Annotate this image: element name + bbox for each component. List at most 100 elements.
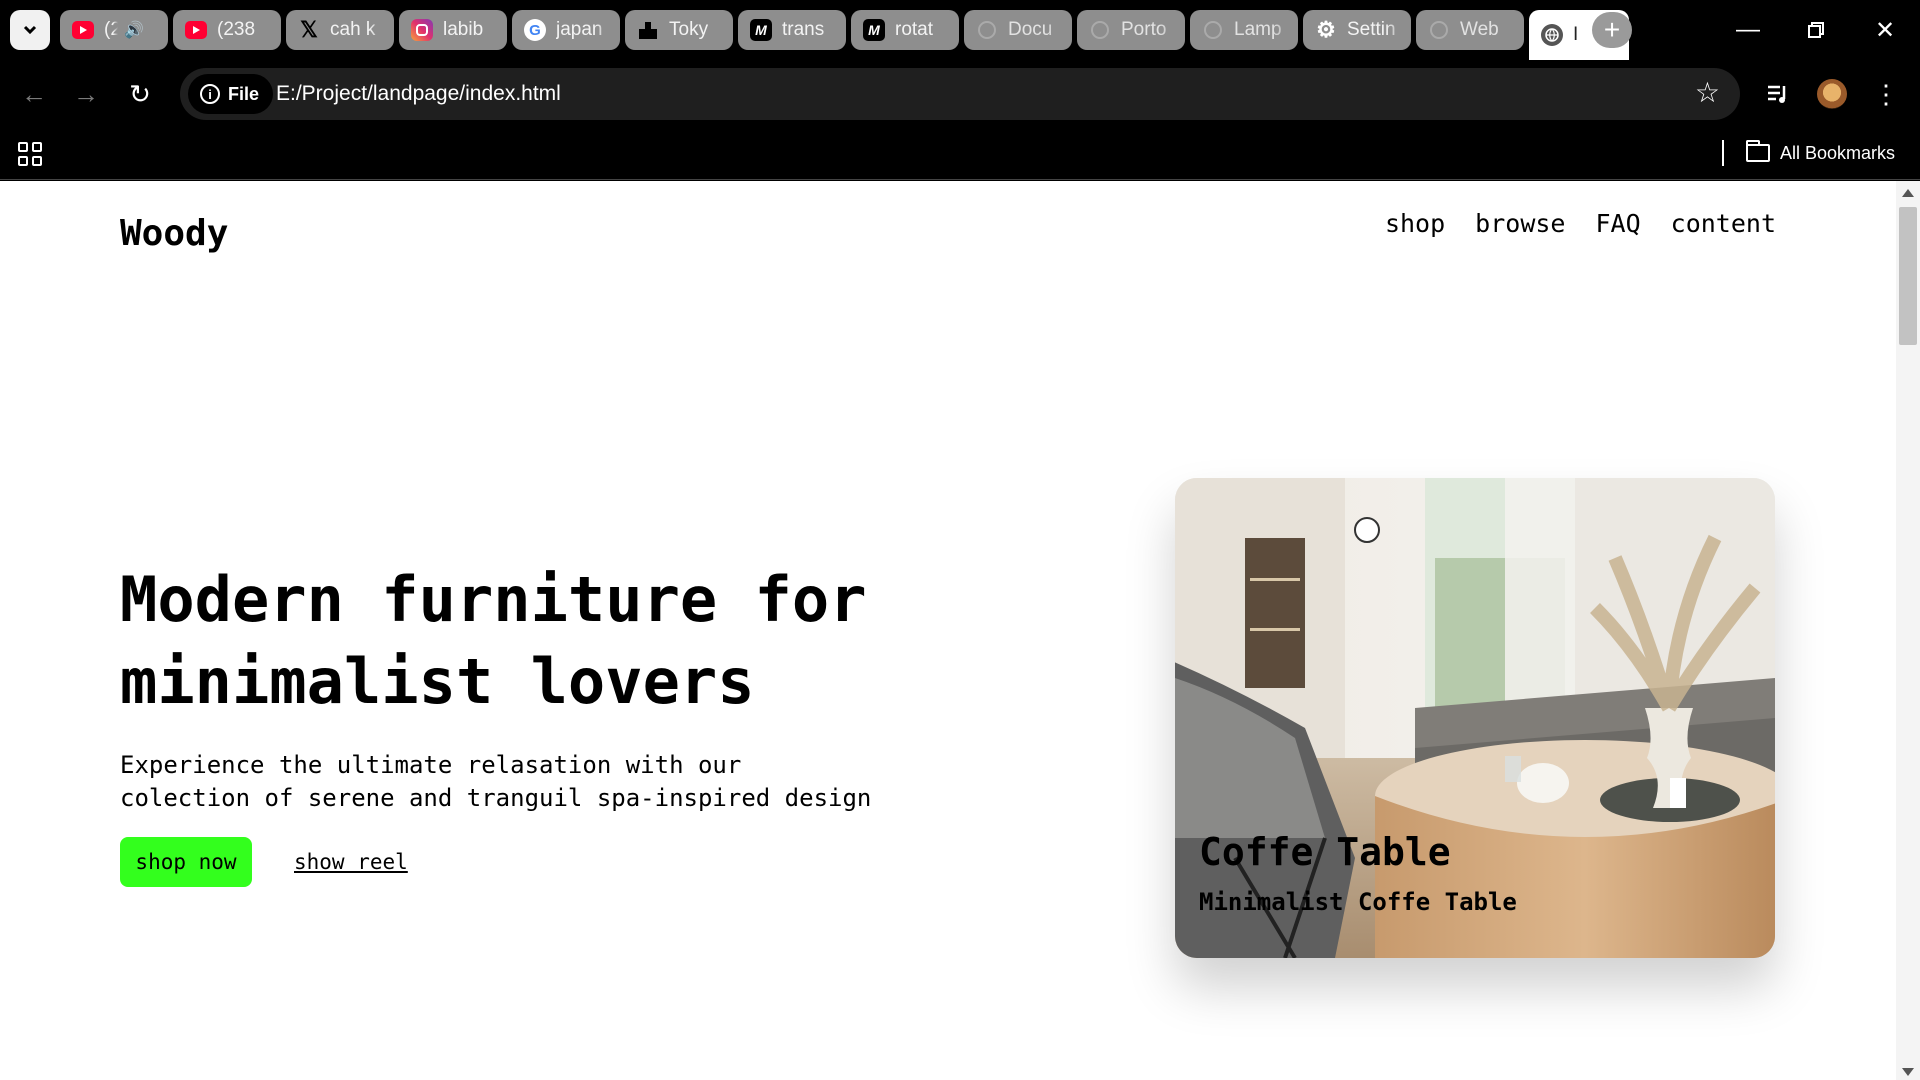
apps-grid-icon[interactable] bbox=[18, 142, 42, 166]
restore-button[interactable] bbox=[1786, 10, 1846, 50]
m-logo-icon: M bbox=[863, 19, 885, 41]
globe-icon bbox=[1428, 19, 1450, 41]
tab[interactable]: M rotat bbox=[851, 10, 959, 50]
tab-title: Web bbox=[1460, 19, 1499, 40]
scroll-down-icon[interactable] bbox=[1902, 1068, 1914, 1076]
tab-list: (2 🔊 (238 𝕏 cah k labib G japan Toky M t… bbox=[60, 10, 1630, 60]
scroll-thumb[interactable] bbox=[1899, 207, 1917, 345]
site-info-chip[interactable]: i File bbox=[188, 74, 274, 114]
hero-subtitle: Experience the ultimate relasation with … bbox=[120, 749, 920, 815]
tab[interactable]: M trans bbox=[738, 10, 846, 50]
tab-title: (2 bbox=[104, 19, 118, 40]
address-bar[interactable]: i File E:/Project/landpage/index.html ☆ bbox=[180, 68, 1740, 120]
hero-title-line: Modern furniture for bbox=[120, 563, 867, 636]
tab[interactable]: labib bbox=[399, 10, 507, 50]
card-title: Coffe Table bbox=[1199, 830, 1451, 874]
back-button[interactable]: ← bbox=[14, 74, 54, 114]
bookmark-star-icon[interactable]: ☆ bbox=[1695, 76, 1720, 109]
tab[interactable]: Toky bbox=[625, 10, 733, 50]
shop-now-button[interactable]: shop now bbox=[120, 837, 252, 887]
avatar bbox=[1817, 79, 1847, 109]
site-logo[interactable]: Woody bbox=[120, 213, 228, 254]
globe-icon bbox=[1541, 24, 1563, 46]
menu-button[interactable]: ⋮ bbox=[1866, 74, 1906, 114]
close-window-button[interactable]: ✕ bbox=[1855, 10, 1915, 50]
hero-subtitle-line: Experience the ultimate relasation with … bbox=[120, 751, 742, 779]
new-tab-button[interactable]: + bbox=[1592, 12, 1632, 48]
playlist-icon bbox=[1768, 85, 1786, 103]
reload-button[interactable]: ↻ bbox=[120, 74, 160, 114]
tab-title: cah k bbox=[330, 19, 376, 40]
tab-title: Lamp bbox=[1234, 19, 1282, 40]
tab-strip: (2 🔊 (238 𝕏 cah k labib G japan Toky M t… bbox=[0, 0, 1920, 60]
bookmarks-bar: All Bookmarks bbox=[0, 128, 1920, 180]
instagram-icon bbox=[411, 19, 433, 41]
profile-button[interactable] bbox=[1812, 74, 1852, 114]
site-info-label: File bbox=[228, 83, 260, 104]
page-viewport: Woody shop browse FAQ content Modern fur… bbox=[0, 181, 1920, 1080]
nav-link-shop[interactable]: shop bbox=[1385, 209, 1445, 238]
nav-link-browse[interactable]: browse bbox=[1475, 209, 1565, 238]
tab[interactable]: G japan bbox=[512, 10, 620, 50]
tab-title: Settin bbox=[1347, 19, 1396, 40]
site-nav: shop browse FAQ content bbox=[1385, 209, 1776, 238]
tab-title: Porto bbox=[1121, 19, 1167, 40]
site-icon bbox=[637, 19, 659, 41]
tab[interactable]: Lamp bbox=[1190, 10, 1298, 50]
audio-playing-icon[interactable]: 🔊 bbox=[124, 20, 144, 40]
restore-icon bbox=[1808, 22, 1824, 38]
browser-toolbar: ← → ↻ i File E:/Project/landpage/index.h… bbox=[0, 60, 1920, 128]
nav-link-faq[interactable]: FAQ bbox=[1595, 209, 1640, 238]
card-subtitle: Minimalist Coffe Table bbox=[1199, 888, 1517, 916]
tab[interactable]: Docu bbox=[964, 10, 1072, 50]
m-logo-icon: M bbox=[750, 19, 772, 41]
arrow-left-icon: ← bbox=[21, 78, 47, 109]
globe-icon bbox=[1202, 19, 1224, 41]
hero-title-line: minimalist lovers bbox=[120, 645, 755, 718]
tab[interactable]: Web bbox=[1416, 10, 1524, 50]
url-text[interactable]: E:/Project/landpage/index.html bbox=[276, 68, 561, 120]
product-photo bbox=[1175, 478, 1775, 958]
all-bookmarks-button[interactable]: All Bookmarks bbox=[1746, 138, 1895, 168]
close-icon: ✕ bbox=[1874, 16, 1896, 44]
minimize-icon: — bbox=[1736, 16, 1760, 43]
info-icon: i bbox=[200, 84, 220, 104]
all-bookmarks-label: All Bookmarks bbox=[1780, 142, 1896, 163]
tab[interactable]: ⚙ Settin bbox=[1303, 10, 1411, 50]
hero-subtitle-line: colection of serene and tranguil spa-ins… bbox=[120, 784, 872, 812]
show-reel-link[interactable]: show reel bbox=[294, 850, 408, 874]
youtube-icon bbox=[185, 21, 207, 39]
product-card[interactable]: Coffe Table Minimalist Coffe Table bbox=[1175, 478, 1775, 958]
tab-title: rotat bbox=[895, 19, 934, 40]
forward-button[interactable]: → bbox=[66, 74, 106, 114]
tab-title: Toky bbox=[669, 19, 709, 40]
reload-icon: ↻ bbox=[129, 78, 151, 109]
globe-icon bbox=[976, 19, 998, 41]
tab-search-button[interactable] bbox=[10, 10, 50, 50]
tab-title: labib bbox=[443, 19, 484, 40]
folder-icon bbox=[1746, 140, 1770, 162]
tab[interactable]: 𝕏 cah k bbox=[286, 10, 394, 50]
tab-title: I bbox=[1573, 24, 1579, 45]
plus-icon: + bbox=[1603, 14, 1621, 45]
tab[interactable]: (2 🔊 bbox=[60, 10, 168, 50]
scroll-up-icon[interactable] bbox=[1902, 189, 1914, 197]
gear-icon: ⚙ bbox=[1316, 17, 1336, 42]
media-control-button[interactable] bbox=[1758, 74, 1798, 114]
tab-title: trans bbox=[782, 19, 825, 40]
hero-title: Modern furniture for minimalist lovers bbox=[120, 559, 980, 723]
tab-title: Docu bbox=[1008, 19, 1053, 40]
arrow-right-icon: → bbox=[73, 78, 99, 109]
page-scrollbar[interactable] bbox=[1896, 181, 1920, 1080]
chevron-down-icon bbox=[23, 25, 37, 35]
bookmarks-separator bbox=[1722, 140, 1724, 166]
tab[interactable]: (238 bbox=[173, 10, 281, 50]
tab-title: japan bbox=[556, 19, 603, 40]
more-vert-icon: ⋮ bbox=[1873, 78, 1899, 109]
tab[interactable]: Porto bbox=[1077, 10, 1185, 50]
globe-icon bbox=[1089, 19, 1111, 41]
minimize-button[interactable]: — bbox=[1718, 10, 1778, 50]
nav-link-content[interactable]: content bbox=[1671, 209, 1776, 238]
x-logo-icon: 𝕏 bbox=[300, 17, 318, 42]
google-icon: G bbox=[524, 19, 546, 41]
